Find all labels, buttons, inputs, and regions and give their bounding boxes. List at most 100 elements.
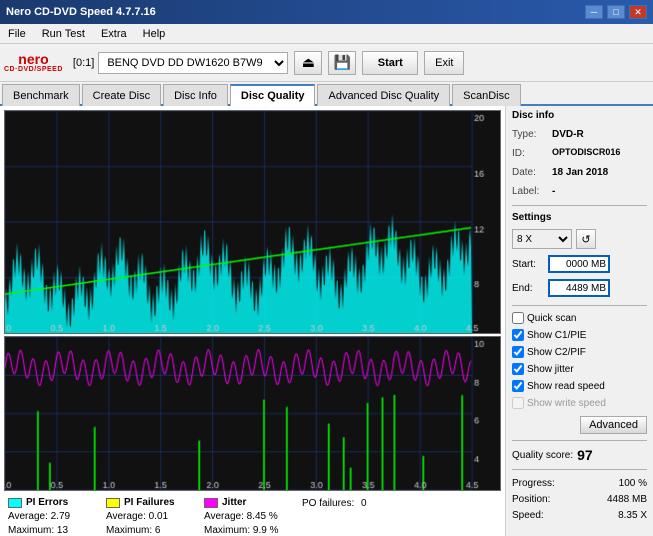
tab-create-disc[interactable]: Create Disc: [82, 84, 161, 106]
divider-1: [512, 205, 647, 206]
pi-errors-max: Maximum: 13: [8, 524, 98, 536]
save-button[interactable]: 💾: [328, 51, 356, 75]
right-panel: Disc info Type: DVD-R ID: OPTODISCR016 D…: [505, 106, 653, 536]
show-c2pif-row: Show C2/PIF: [512, 346, 647, 358]
header-area: nero CD·DVD/SPEED [0:1] BENQ DVD DD DW16…: [0, 44, 653, 82]
divider-2: [512, 305, 647, 306]
stats-bar: PI Errors Average: 2.79 Maximum: 13 Tota…: [4, 493, 501, 536]
menu-extra[interactable]: Extra: [97, 27, 131, 41]
logo-sub: CD·DVD/SPEED: [4, 66, 63, 73]
tabs-bar: Benchmark Create Disc Disc Info Disc Qua…: [0, 82, 653, 106]
show-read-speed-checkbox[interactable]: [512, 380, 524, 392]
jitter-max: Maximum: 9.9 %: [204, 524, 294, 536]
tab-advanced-disc-quality[interactable]: Advanced Disc Quality: [317, 84, 450, 106]
po-failures-stat: PO failures: 0: [302, 497, 382, 536]
show-c2pif-label: Show C2/PIF: [527, 347, 586, 358]
po-failures-row: PO failures: 0: [302, 497, 382, 511]
end-mb-label: End:: [512, 283, 544, 294]
quality-score-label: Quality score:: [512, 450, 573, 461]
speed-dropdown[interactable]: 8 X: [512, 229, 572, 249]
position-label: Position:: [512, 492, 550, 508]
speed-label: Speed:: [512, 508, 544, 524]
drive-label: [0:1]: [73, 57, 94, 69]
tab-disc-quality[interactable]: Disc Quality: [230, 84, 316, 106]
title-bar: Nero CD-DVD Speed 4.7.7.16 ─ □ ✕: [0, 0, 653, 24]
drive-dropdown[interactable]: BENQ DVD DD DW1620 B7W9: [98, 52, 288, 74]
tab-disc-info[interactable]: Disc Info: [163, 84, 228, 106]
progress-section: Progress: 100 % Position: 4488 MB Speed:…: [512, 476, 647, 524]
show-c2pif-checkbox[interactable]: [512, 346, 524, 358]
menu-runtest[interactable]: Run Test: [38, 27, 89, 41]
pi-errors-color: [8, 498, 22, 508]
jitter-avg: Average: 8.45 %: [204, 510, 294, 524]
disc-label-value: -: [552, 184, 555, 199]
disc-id-value: OPTODISCR016: [552, 146, 620, 161]
pi-errors-avg: Average: 2.79: [8, 510, 98, 524]
pi-failures-avg: Average: 0.01: [106, 510, 196, 524]
chart-area: PI Errors Average: 2.79 Maximum: 13 Tota…: [0, 106, 505, 536]
maximize-button[interactable]: □: [607, 5, 625, 19]
jitter-color: [204, 498, 218, 508]
position-row: Position: 4488 MB: [512, 492, 647, 508]
exit-button[interactable]: Exit: [424, 51, 464, 75]
main-content: PI Errors Average: 2.79 Maximum: 13 Tota…: [0, 106, 653, 536]
disc-label-row: Label: -: [512, 184, 647, 199]
progress-value: 100 %: [619, 476, 647, 492]
pi-errors-stat: PI Errors Average: 2.79 Maximum: 13 Tota…: [8, 497, 98, 536]
minimize-button[interactable]: ─: [585, 5, 603, 19]
close-button[interactable]: ✕: [629, 5, 647, 19]
show-c1pie-row: Show C1/PIE: [512, 329, 647, 341]
menu-bar: File Run Test Extra Help: [0, 24, 653, 44]
divider-3: [512, 440, 647, 441]
divider-4: [512, 469, 647, 470]
menu-file[interactable]: File: [4, 27, 30, 41]
start-mb-row: Start:: [512, 255, 647, 273]
progress-row: Progress: 100 %: [512, 476, 647, 492]
refresh-button[interactable]: ↺: [576, 229, 596, 249]
disc-type-row: Type: DVD-R: [512, 127, 647, 142]
logo-nero: nero: [18, 52, 48, 66]
show-jitter-label: Show jitter: [527, 364, 574, 375]
disc-id-row: ID: OPTODISCR016: [512, 146, 647, 161]
top-chart: [4, 110, 501, 334]
quality-score-row: Quality score: 97: [512, 447, 647, 463]
disc-date-row: Date: 18 Jan 2018: [512, 165, 647, 180]
progress-label: Progress:: [512, 476, 555, 492]
disc-type-label: Type:: [512, 127, 552, 142]
jitter-title: Jitter: [222, 497, 246, 508]
disc-date-value: 18 Jan 2018: [552, 165, 608, 180]
position-value: 4488 MB: [607, 492, 647, 508]
show-write-speed-checkbox[interactable]: [512, 397, 524, 409]
eject-button[interactable]: ⏏: [294, 51, 322, 75]
menu-help[interactable]: Help: [139, 27, 170, 41]
app-title: Nero CD-DVD Speed 4.7.7.16: [6, 6, 156, 18]
show-write-speed-label: Show write speed: [527, 398, 606, 409]
pi-failures-color: [106, 498, 120, 508]
drive-selector: [0:1] BENQ DVD DD DW1620 B7W9: [73, 52, 288, 74]
show-c1pie-checkbox[interactable]: [512, 329, 524, 341]
quick-scan-label: Quick scan: [527, 313, 576, 324]
tab-benchmark[interactable]: Benchmark: [2, 84, 80, 106]
quick-scan-checkbox[interactable]: [512, 312, 524, 324]
speed-row: Speed: 8.35 X: [512, 508, 647, 524]
jitter-stat: Jitter Average: 8.45 % Maximum: 9.9 %: [204, 497, 294, 536]
show-c1pie-label: Show C1/PIE: [527, 330, 586, 341]
disc-date-label: Date:: [512, 165, 552, 180]
disc-label-label: Label:: [512, 184, 552, 199]
show-read-speed-label: Show read speed: [527, 381, 605, 392]
start-button[interactable]: Start: [362, 51, 418, 75]
end-mb-input[interactable]: [548, 279, 610, 297]
start-mb-input[interactable]: [548, 255, 610, 273]
window-controls: ─ □ ✕: [585, 5, 647, 19]
pi-failures-stat: PI Failures Average: 0.01 Maximum: 6 Tot…: [106, 497, 196, 536]
show-jitter-checkbox[interactable]: [512, 363, 524, 375]
pi-failures-max: Maximum: 6: [106, 524, 196, 536]
start-mb-label: Start:: [512, 259, 544, 270]
logo: nero CD·DVD/SPEED: [4, 52, 63, 73]
tab-scandisc[interactable]: ScanDisc: [452, 84, 520, 106]
pi-errors-title: PI Errors: [26, 497, 68, 508]
end-mb-row: End:: [512, 279, 647, 297]
show-jitter-row: Show jitter: [512, 363, 647, 375]
advanced-button[interactable]: Advanced: [580, 416, 647, 434]
speed-value: 8.35 X: [618, 508, 647, 524]
